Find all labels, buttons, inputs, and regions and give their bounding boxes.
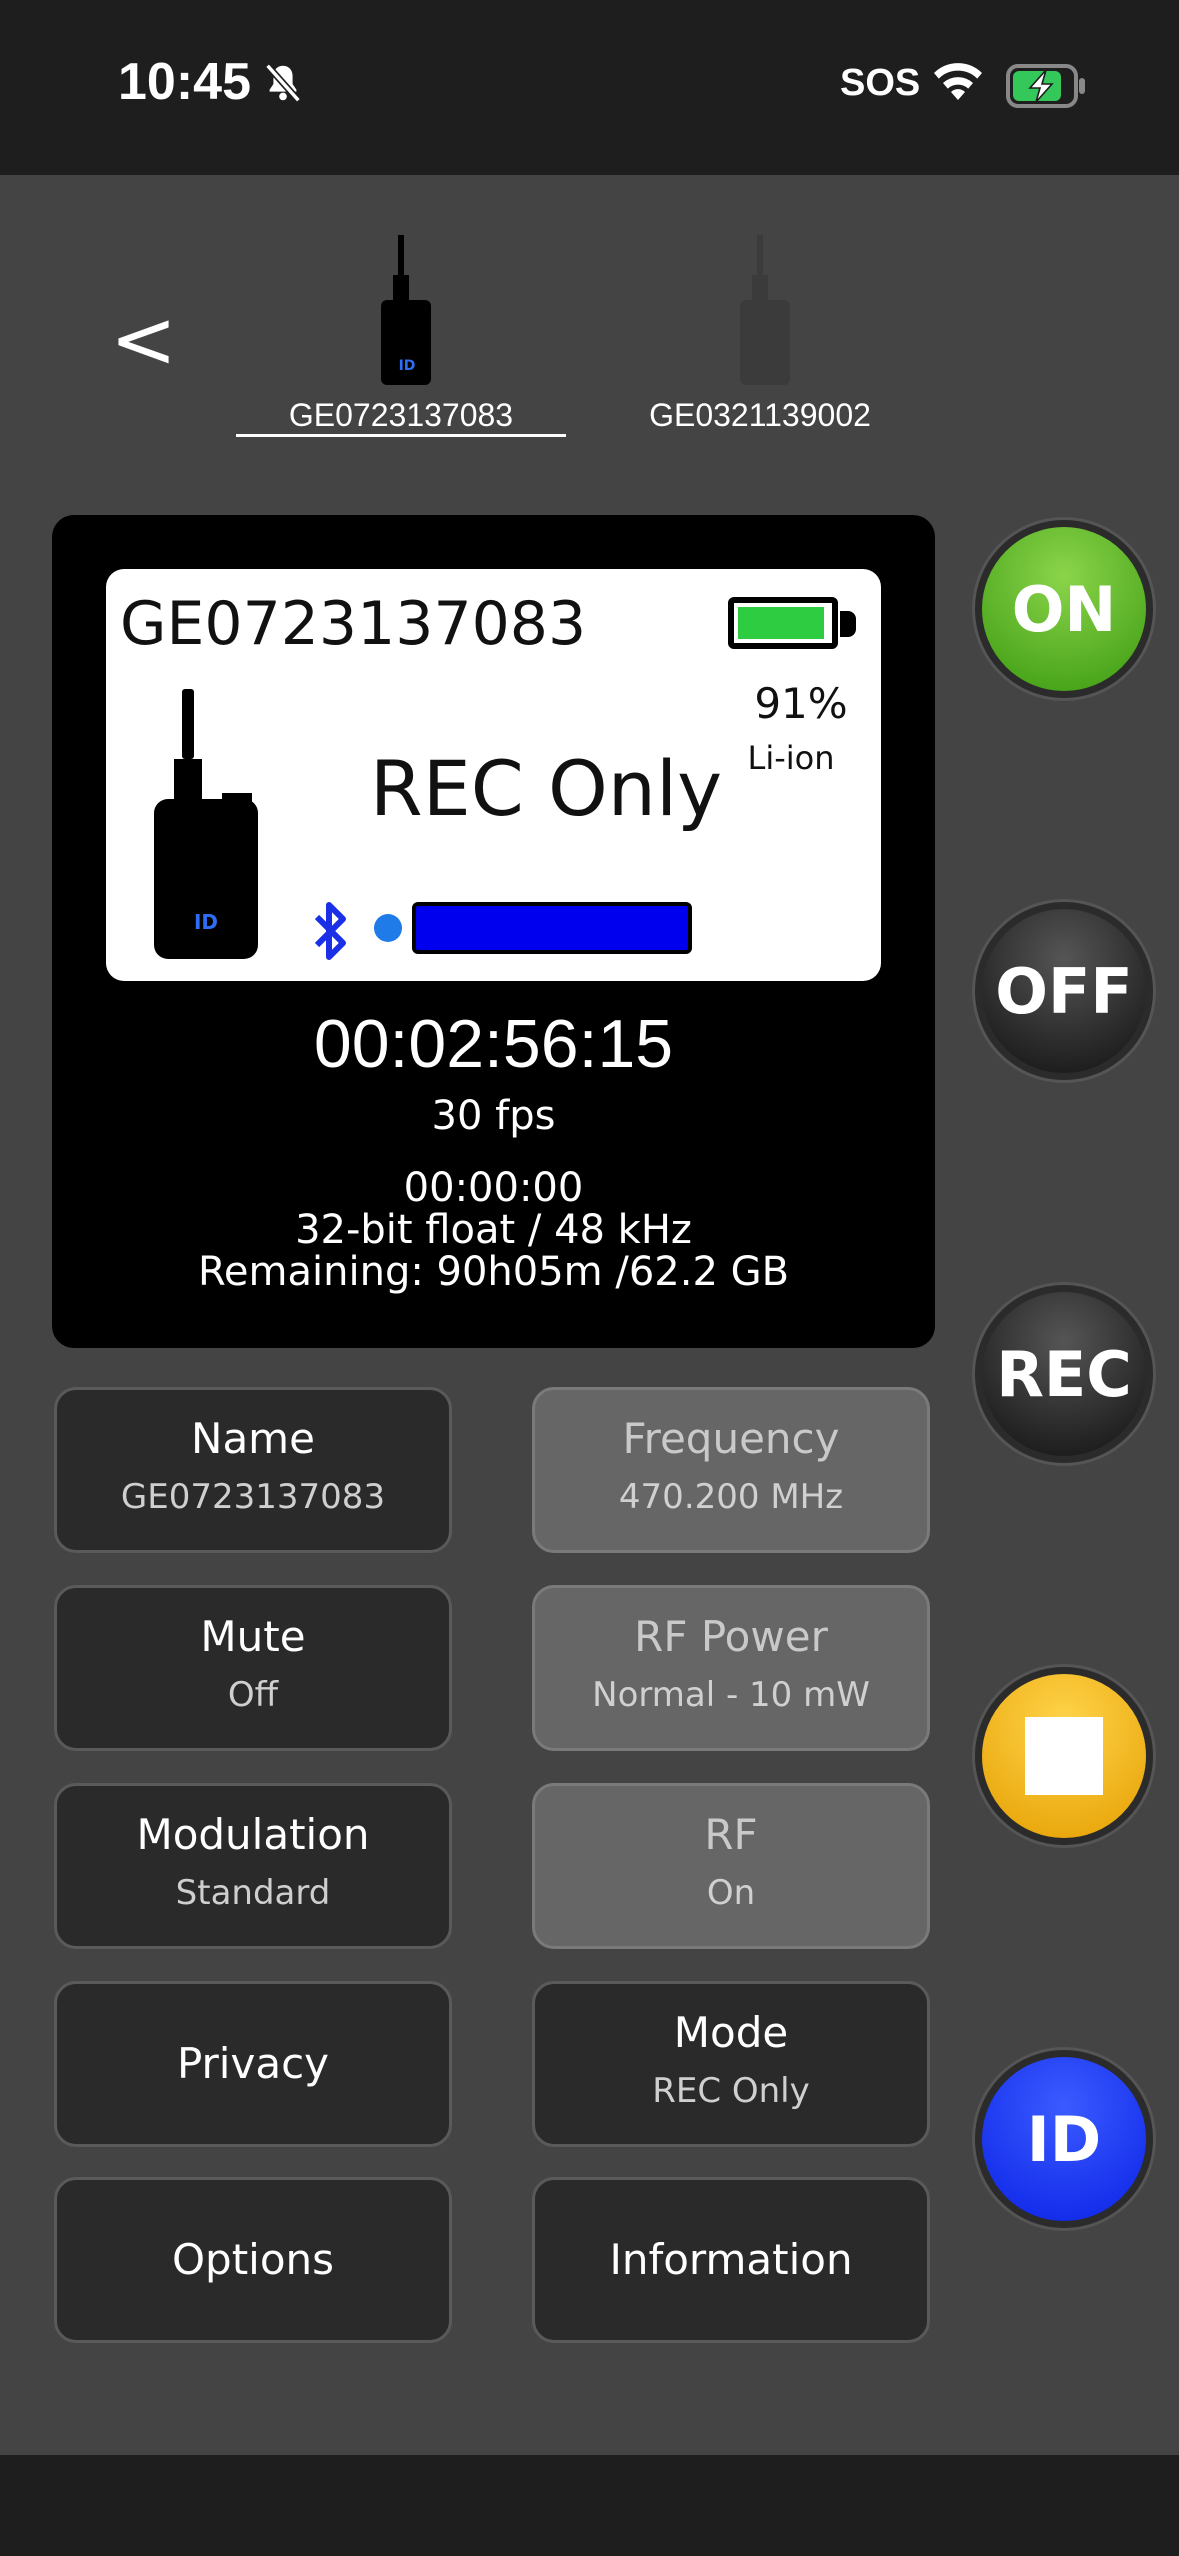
tab-device-2-label: GE0321139002 <box>649 397 871 433</box>
mode-tile[interactable]: Mode REC Only <box>532 1981 930 2147</box>
battery-icon <box>728 597 838 649</box>
rf-power-tile[interactable]: RF Power Normal - 10 mW <box>532 1585 930 1751</box>
carrier-label: SOS <box>840 62 921 104</box>
sub-timecode: 00:00:00 <box>403 1165 584 1211</box>
privacy-title: Privacy <box>176 2039 330 2088</box>
mute-value: Off <box>227 1675 279 1715</box>
back-button[interactable]: < <box>110 300 177 380</box>
bell-slash-icon <box>260 60 306 110</box>
rf-tile[interactable]: RF On <box>532 1783 930 1949</box>
frequency-value: 470.200 MHz <box>618 1477 844 1517</box>
rf-power-title: RF Power <box>634 1612 828 1661</box>
remaining-storage: Remaining: 90h05m /62.2 GB <box>197 1249 790 1295</box>
tab-device-1-label: GE0723137083 <box>288 397 514 433</box>
screen-device-name: GE0723137083 <box>120 589 587 659</box>
tab-device-2[interactable]: GE0321139002 <box>600 235 920 434</box>
modulation-title: Modulation <box>136 1810 370 1859</box>
recording-info: 00:00:00 32-bit float / 48 kHz Remaining… <box>52 1167 935 1293</box>
audio-level-meter <box>412 902 692 954</box>
frame-rate: 30 fps <box>431 1093 556 1139</box>
transmitter-icon <box>740 235 790 385</box>
transmitter-icon: ID <box>154 689 264 963</box>
tab-selected-indicator <box>236 434 566 437</box>
mode-value: REC Only <box>652 2071 810 2111</box>
rf-value: On <box>706 1873 756 1913</box>
screen-mode: REC Only <box>369 744 723 833</box>
name-title: Name <box>191 1414 315 1463</box>
name-value: GE0723137083 <box>120 1477 386 1517</box>
off-button[interactable]: OFF <box>975 902 1153 1080</box>
mute-title: Mute <box>200 1612 306 1661</box>
tab-device-1[interactable]: ID GE0723137083 <box>236 235 566 434</box>
modulation-value: Standard <box>175 1873 331 1913</box>
stop-button[interactable] <box>975 1667 1153 1845</box>
rec-button[interactable]: REC <box>975 1285 1153 1463</box>
timecode: 00:02:56:15 <box>313 1006 674 1082</box>
audio-format: 32-bit float / 48 kHz <box>295 1207 692 1253</box>
frequency-title: Frequency <box>622 1414 840 1463</box>
transmitter-icon: ID <box>381 235 431 385</box>
svg-text:ID: ID <box>399 358 416 374</box>
options-title: Options <box>171 2235 335 2284</box>
stop-icon <box>1025 1717 1103 1795</box>
device-screen: GE0723137083 91% Li-ion ID REC Only <box>106 569 881 981</box>
battery-level-fill <box>738 607 824 639</box>
name-tile[interactable]: Name GE0723137083 <box>54 1387 452 1553</box>
bluetooth-icon <box>311 899 351 967</box>
link-indicator-dot <box>374 914 402 942</box>
app-content: < ID GE0723137083 GE0321139002 GE0723137… <box>0 175 1179 2455</box>
battery-tip <box>840 611 856 637</box>
rf-title: RF <box>704 1810 758 1859</box>
frequency-tile[interactable]: Frequency 470.200 MHz <box>532 1387 930 1553</box>
mode-title: Mode <box>673 2008 789 2057</box>
rf-power-value: Normal - 10 mW <box>592 1675 870 1715</box>
options-tile[interactable]: Options <box>54 2177 452 2343</box>
device-display: GE0723137083 91% Li-ion ID REC Only 00:0… <box>52 515 935 1348</box>
home-indicator-area <box>0 2455 1179 2556</box>
on-button[interactable]: ON <box>975 520 1153 698</box>
wifi-icon <box>930 60 986 108</box>
information-tile[interactable]: Information <box>532 2177 930 2343</box>
information-title: Information <box>609 2235 853 2284</box>
privacy-tile[interactable]: Privacy <box>54 1981 452 2147</box>
mute-tile[interactable]: Mute Off <box>54 1585 452 1751</box>
battery-charging-icon <box>1006 64 1088 112</box>
id-button[interactable]: ID <box>975 2050 1153 2228</box>
battery-percent: 91% <box>754 679 848 728</box>
device-badge: ID <box>194 910 218 934</box>
status-bar: 10:45 SOS <box>0 0 1179 175</box>
status-time: 10:45 <box>118 53 251 111</box>
modulation-tile[interactable]: Modulation Standard <box>54 1783 452 1949</box>
